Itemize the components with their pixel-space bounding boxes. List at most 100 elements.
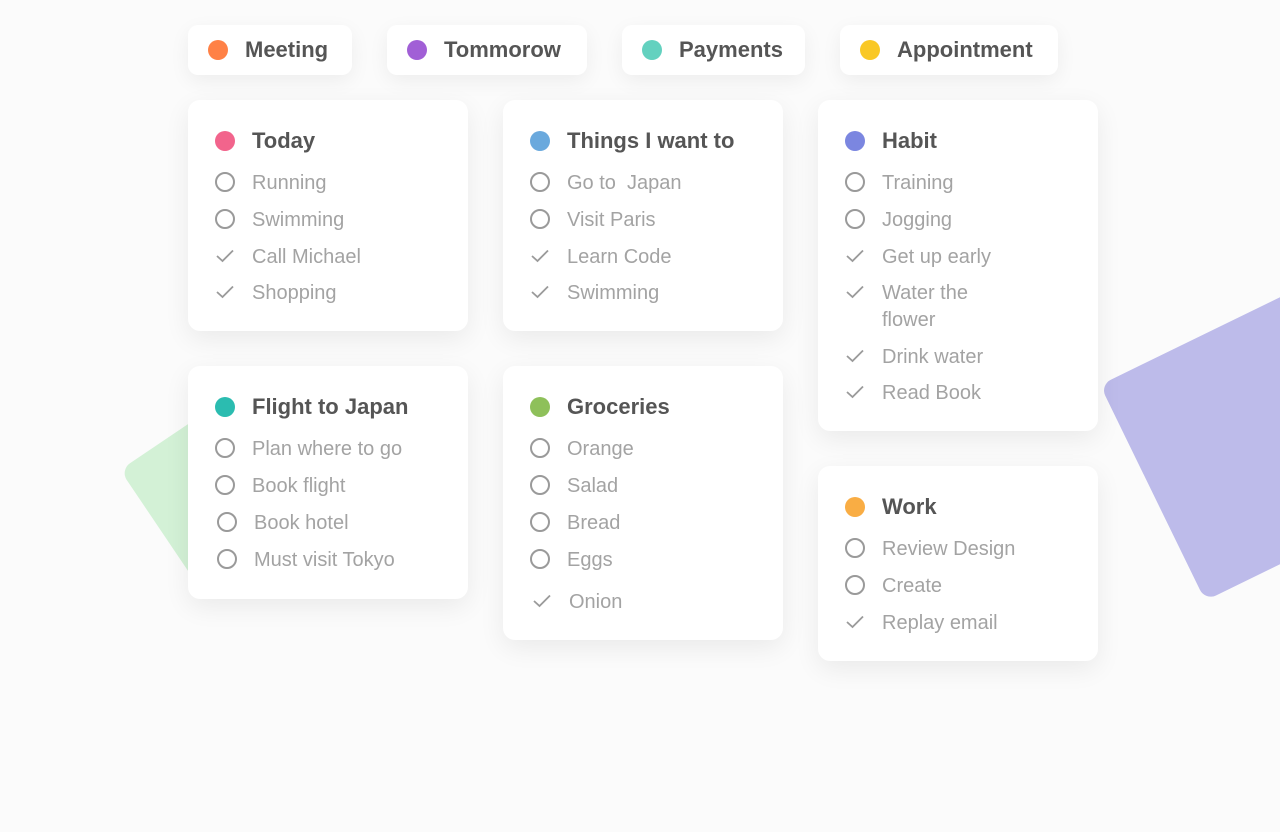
todo-item[interactable]: Salad — [530, 473, 618, 500]
checkmark-icon[interactable] — [845, 612, 865, 632]
todo-text: Swimming — [567, 282, 660, 304]
checkmark-icon[interactable] — [215, 246, 235, 266]
card-title: Things I want to — [567, 128, 735, 153]
tag-tommorow[interactable]: Tommorow — [387, 25, 587, 75]
todo-item[interactable]: Drink water — [845, 344, 983, 371]
checkmark-icon[interactable] — [845, 346, 865, 366]
checkmark-icon[interactable] — [845, 382, 865, 402]
checkmark-icon[interactable] — [845, 246, 865, 266]
todo-text: Create — [882, 575, 943, 597]
unchecked-circle-icon[interactable] — [530, 209, 550, 229]
list-color-dot — [530, 397, 550, 417]
checkmark-icon[interactable] — [530, 246, 550, 266]
checkmark-icon[interactable] — [532, 591, 552, 611]
todo-item[interactable]: Jogging — [845, 207, 952, 234]
todo-item[interactable]: Onion — [532, 589, 622, 616]
tag-label: Tommorow — [444, 37, 561, 62]
todo-item[interactable]: Swimming — [215, 207, 344, 234]
todo-item[interactable]: Eggs — [530, 547, 613, 574]
card-habit: Habit Training Jogging Get up early Wate… — [818, 100, 1098, 431]
unchecked-circle-icon[interactable] — [215, 475, 235, 495]
todo-item[interactable]: Water the flower — [845, 280, 992, 334]
unchecked-circle-icon[interactable] — [845, 538, 865, 558]
card-title: Habit — [882, 128, 937, 153]
checkmark-icon[interactable] — [530, 282, 550, 302]
todo-item[interactable]: Swimming — [530, 280, 659, 307]
todo-item[interactable]: Create — [845, 573, 942, 600]
card-things-i-want-to: Things I want to Go to Japan Visit Paris… — [503, 100, 783, 331]
card-title: Today — [252, 128, 316, 153]
card-title: Flight to Japan — [252, 394, 409, 419]
todo-text: Must visit Tokyo — [254, 549, 395, 571]
todo-item[interactable]: Get up early — [845, 244, 991, 271]
todo-item[interactable]: Review Design — [845, 536, 1015, 563]
todo-text: Plan where to go — [252, 438, 403, 460]
unchecked-circle-icon[interactable] — [215, 209, 235, 229]
todo-item[interactable]: Call Michael — [215, 244, 361, 271]
tag-label: Payments — [679, 37, 783, 62]
tag-color-dot — [208, 40, 228, 60]
list-color-dot — [845, 497, 865, 517]
todo-item[interactable]: Book flight — [215, 473, 345, 500]
card-groceries: Groceries Orange Salad Bread Eggs Onion — [503, 366, 783, 640]
todo-item[interactable]: Running — [215, 170, 327, 197]
todo-item[interactable]: Training — [845, 170, 954, 197]
unchecked-circle-icon[interactable] — [530, 475, 550, 495]
todo-item[interactable]: Book hotel — [217, 510, 349, 537]
unchecked-circle-icon[interactable] — [530, 512, 550, 532]
unchecked-circle-icon[interactable] — [845, 209, 865, 229]
tag-color-dot — [407, 40, 427, 60]
card-header: Things I want to — [530, 128, 734, 154]
todo-text: Bread — [567, 512, 621, 534]
todo-item[interactable]: Orange — [530, 436, 634, 463]
card-header: Flight to Japan — [215, 394, 408, 420]
todo-text: Running — [252, 172, 327, 194]
tag-label: Appointment — [897, 37, 1033, 62]
todo-text: Shopping — [252, 282, 337, 304]
tag-appointment[interactable]: Appointment — [840, 25, 1058, 75]
unchecked-circle-icon[interactable] — [530, 549, 550, 569]
todo-item[interactable]: Learn Code — [530, 244, 672, 271]
unchecked-circle-icon[interactable] — [215, 172, 235, 192]
card-header: Today — [215, 128, 315, 154]
todo-text: Read Book — [882, 382, 981, 404]
unchecked-circle-icon[interactable] — [217, 549, 237, 569]
card-header: Groceries — [530, 394, 670, 420]
todo-text: Drink water — [882, 346, 984, 368]
todo-text: Water the flower — [882, 282, 968, 331]
unchecked-circle-icon[interactable] — [845, 172, 865, 192]
todo-text: Jogging — [882, 209, 953, 231]
todo-item[interactable]: Bread — [530, 510, 620, 537]
checkmark-icon[interactable] — [215, 282, 235, 302]
todo-text: Orange — [567, 438, 634, 460]
todo-item[interactable]: Shopping — [215, 280, 337, 307]
todo-item[interactable]: Go to Japan — [530, 170, 682, 197]
tag-meeting[interactable]: Meeting — [188, 25, 352, 75]
unchecked-circle-icon[interactable] — [530, 438, 550, 458]
card-header: Habit — [845, 128, 937, 154]
todo-item[interactable]: Must visit Tokyo — [217, 547, 395, 574]
card-flight-to-japan: Flight to Japan Plan where to go Book fl… — [188, 366, 468, 599]
tag-color-dot — [642, 40, 662, 60]
unchecked-circle-icon[interactable] — [845, 575, 865, 595]
unchecked-circle-icon[interactable] — [215, 438, 235, 458]
todo-text: Get up early — [882, 246, 991, 268]
todo-item[interactable]: Read Book — [845, 380, 981, 407]
unchecked-circle-icon[interactable] — [217, 512, 237, 532]
tag-label: Meeting — [245, 37, 329, 62]
todo-text: Call Michael — [252, 246, 361, 268]
todo-item[interactable]: Visit Paris — [530, 207, 656, 234]
list-color-dot — [215, 131, 235, 151]
todo-item[interactable]: Replay email — [845, 610, 998, 637]
todo-item[interactable]: Plan where to go — [215, 436, 402, 463]
todo-text: Book flight — [252, 475, 346, 497]
tag-color-dot — [860, 40, 880, 60]
tag-payments[interactable]: Payments — [622, 25, 805, 75]
todo-text: Review Design — [882, 538, 1016, 560]
card-title: Groceries — [567, 394, 670, 419]
unchecked-circle-icon[interactable] — [530, 172, 550, 192]
todo-text: Onion — [569, 591, 623, 613]
todo-text: Book hotel — [254, 512, 349, 534]
todo-text: Go to Japan — [567, 172, 682, 194]
checkmark-icon[interactable] — [845, 282, 865, 302]
